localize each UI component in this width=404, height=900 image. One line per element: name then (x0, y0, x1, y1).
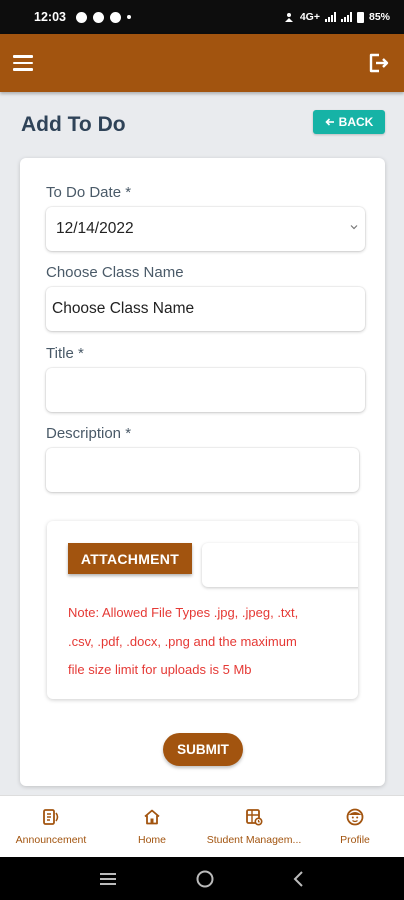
signal-icon (324, 12, 336, 22)
nav-label: Announcement (15, 834, 87, 846)
attachment-card: ATTACHMENT Note: Allowed File Types .jpg… (47, 521, 358, 699)
nav-item-home[interactable]: Home (102, 796, 202, 857)
system-nav-bar (0, 857, 404, 900)
todo-date-select[interactable]: 12/14/2022 (46, 207, 365, 251)
clock-notification-icon (109, 11, 121, 23)
note-line: Note: Allowed File Types .jpg, .jpeg, .t… (68, 605, 299, 620)
battery-icon (356, 11, 364, 23)
hamburger-menu-icon[interactable] (13, 55, 33, 71)
status-bar: 12:03 4G+ 85% (0, 0, 404, 34)
more-notifications-icon (126, 15, 131, 19)
home-icon (144, 809, 160, 825)
status-right: 4G+ 85% (283, 11, 390, 23)
title-label: Title * (46, 345, 84, 362)
arrow-left-icon (325, 118, 334, 126)
note-line: file size limit for uploads is 5 Mb (68, 662, 252, 677)
chevron-down-icon (350, 225, 358, 230)
attachment-file-field[interactable] (202, 543, 358, 587)
nav-label: Home (137, 834, 166, 846)
class-name-select[interactable]: Choose Class Name (46, 287, 365, 331)
app-notification-icon (92, 11, 104, 23)
nav-label: Student Managem... (206, 834, 302, 846)
logout-icon[interactable] (366, 51, 390, 75)
submit-button[interactable]: SUBMIT (163, 733, 243, 766)
status-time: 12:03 (34, 10, 66, 24)
recent-apps-icon[interactable] (98, 871, 118, 887)
todo-date-label: To Do Date * (46, 184, 132, 201)
back-button[interactable]: BACK (313, 110, 385, 134)
chat-notification-icon (75, 11, 87, 23)
attachment-button[interactable]: ATTACHMENT (68, 543, 192, 574)
nav-item-profile[interactable]: Profile (306, 796, 404, 857)
profile-icon (346, 808, 364, 826)
app-bar (0, 34, 404, 92)
system-back-icon[interactable] (292, 870, 306, 888)
student-management-icon (246, 809, 263, 826)
bottom-nav: Announcement Home Student Managem... Pro… (0, 795, 404, 857)
network-type: 4G+ (299, 11, 320, 23)
hotspot-icon (284, 12, 293, 22)
status-left: 12:03 (34, 10, 131, 24)
note-line: .csv, .pdf, .docx, .png and the maximum (68, 633, 297, 649)
back-button-label: BACK (338, 115, 374, 129)
file-type-note: Note: Allowed File Types .jpg, .jpeg, .t… (68, 599, 338, 685)
page-title: Add To Do (21, 113, 126, 136)
nav-item-announcement[interactable]: Announcement (0, 796, 102, 857)
nav-label: Profile (340, 834, 370, 846)
class-name-label: Choose Class Name (46, 264, 184, 281)
battery-level: 85% (368, 11, 390, 23)
signal-icon-2 (340, 12, 352, 22)
todo-form-card: To Do Date * 12/14/2022 Choose Class Nam… (20, 158, 385, 786)
description-label: Description * (46, 425, 132, 442)
title-input[interactable] (46, 368, 365, 412)
description-input[interactable] (46, 448, 359, 492)
home-circle-icon[interactable] (195, 869, 215, 889)
todo-date-value: 12/14/2022 (56, 220, 134, 237)
announcement-icon (43, 809, 59, 825)
class-name-value: Choose Class Name (52, 300, 195, 317)
nav-item-student-management[interactable]: Student Managem... (202, 796, 306, 857)
